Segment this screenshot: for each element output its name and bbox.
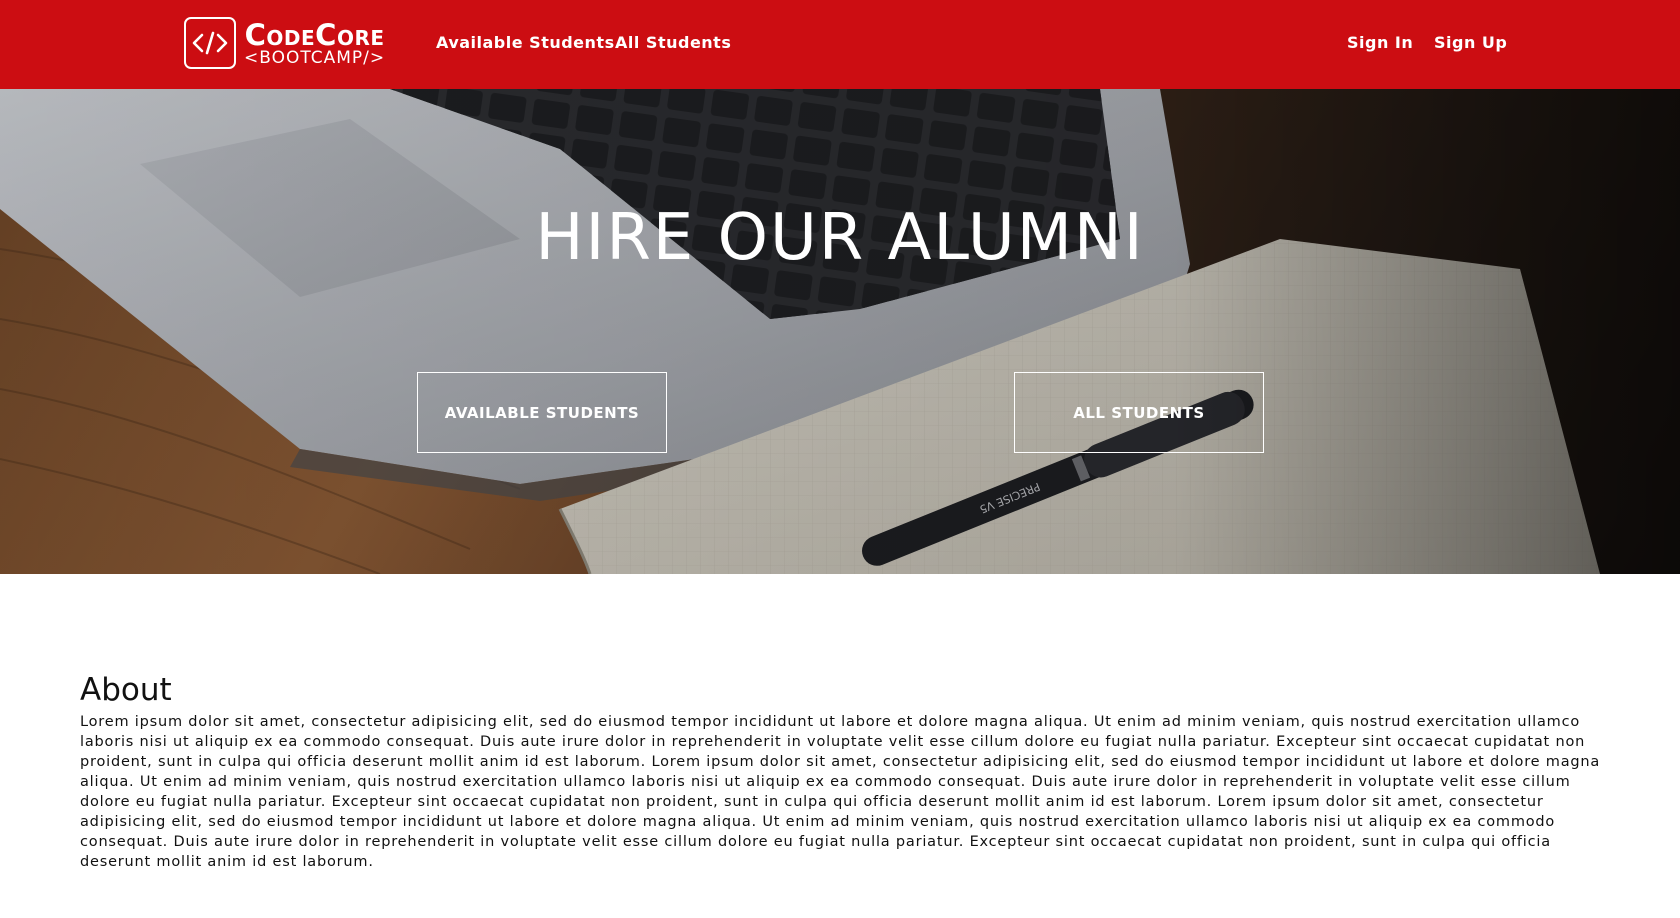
nav-available-students-link[interactable]: Available Students: [436, 33, 615, 52]
logo-wordmark: CodeCore <BOOTCAMP/>: [244, 20, 385, 67]
hero-banner: PRECISE V5 HIRE OUR ALUMNI AVAILABLE STU…: [0, 89, 1680, 574]
logo-main-text: CodeCore: [244, 17, 385, 52]
about-body-text: Lorem ipsum dolor sit amet, consectetur …: [80, 714, 1601, 870]
logo-sub-text: <BOOTCAMP/>: [244, 47, 386, 68]
codecore-logo[interactable]: CodeCore <BOOTCAMP/>: [184, 16, 385, 70]
hero-background-image: PRECISE V5: [0, 89, 1680, 574]
sign-in-link[interactable]: Sign In: [1347, 33, 1413, 52]
code-brackets-icon: [184, 17, 236, 69]
about-section: About Lorem ipsum dolor sit amet, consec…: [80, 672, 1602, 872]
about-title: About: [80, 672, 172, 708]
nav-all-students-link[interactable]: All Students: [615, 33, 731, 52]
hero-title: HIRE OUR ALUMNI: [535, 201, 1145, 275]
hero-all-students-button[interactable]: ALL STUDENTS: [1014, 372, 1264, 453]
navbar: CodeCore <BOOTCAMP/> Available Students …: [0, 0, 1680, 89]
sign-up-link[interactable]: Sign Up: [1434, 33, 1507, 52]
hero-available-students-button[interactable]: AVAILABLE STUDENTS: [417, 372, 667, 453]
